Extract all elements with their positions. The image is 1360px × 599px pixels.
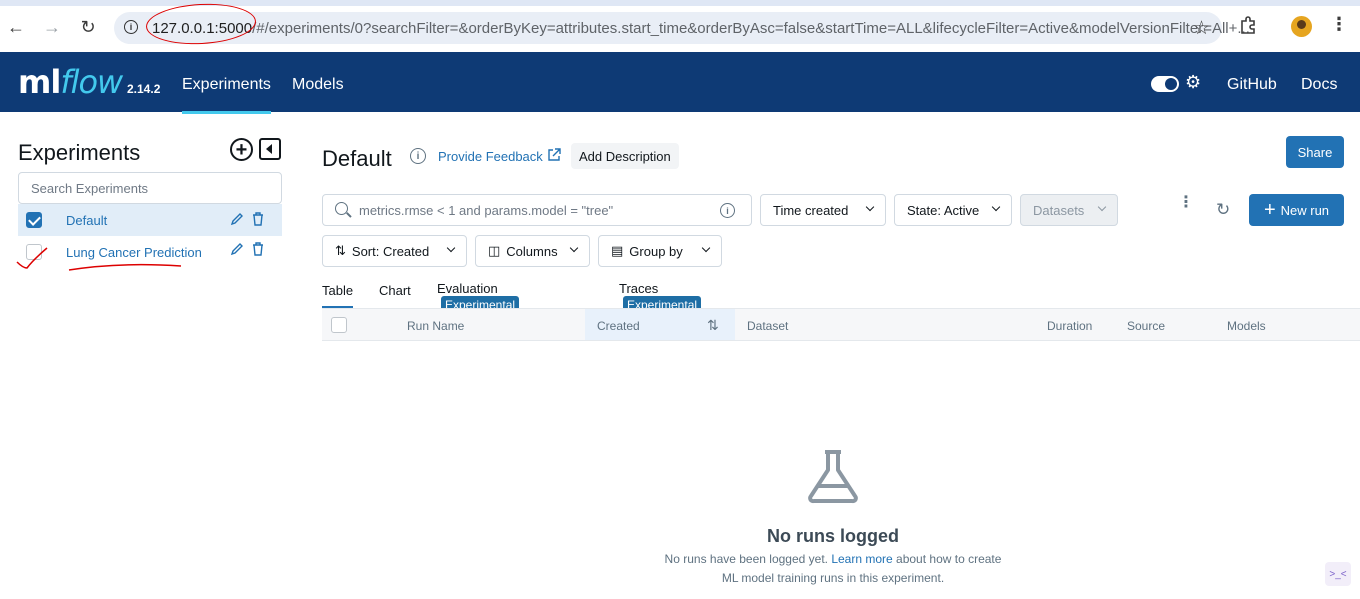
dropdown-label: Datasets: [1033, 202, 1085, 218]
columns-dropdown[interactable]: ◫ Columns: [475, 235, 590, 267]
chevron-down-icon: [1097, 202, 1107, 212]
experiment-item-default[interactable]: Default: [18, 204, 282, 236]
trash-icon[interactable]: [252, 212, 264, 226]
state-dropdown[interactable]: State: Active: [894, 194, 1012, 226]
column-header-models[interactable]: Models: [1227, 319, 1266, 333]
new-run-label: New run: [1280, 202, 1330, 218]
docs-link[interactable]: Docs: [1301, 76, 1337, 94]
info-icon[interactable]: i: [720, 203, 735, 218]
back-icon[interactable]: ←: [4, 15, 28, 39]
search-experiments-input[interactable]: Search Experiments: [18, 172, 282, 204]
extensions-icon[interactable]: [1238, 15, 1258, 35]
group-icon: ▤: [611, 243, 624, 258]
app-header: mlflow 2.14.2 Experiments Models ⚙ GitHu…: [0, 52, 1360, 114]
column-header-dataset[interactable]: Dataset: [747, 319, 788, 333]
flask-icon: [808, 450, 858, 504]
annotation-scribble: [16, 247, 182, 271]
search-placeholder: metrics.rmse < 1 and params.model = "tre…: [359, 203, 614, 218]
experiment-name[interactable]: Default: [66, 213, 107, 228]
info-icon[interactable]: i: [410, 148, 426, 164]
add-description-button[interactable]: Add Description: [571, 143, 679, 169]
url-text[interactable]: 127.0.0.1:5000/#/experiments/0?searchFil…: [152, 20, 1250, 37]
github-link[interactable]: GitHub: [1227, 76, 1277, 94]
empty-state-title: No runs logged: [767, 526, 899, 546]
url-path: /#/experiments/0?searchFilter=&orderByKe…: [252, 20, 1250, 37]
nav-models[interactable]: Models: [292, 76, 344, 94]
bookmark-star-icon[interactable]: ☆: [1193, 17, 1210, 40]
dropdown-label: Group by: [629, 243, 683, 259]
more-options-icon[interactable]: ⋮: [1178, 195, 1194, 211]
logo-flow: flow: [60, 63, 123, 101]
dropdown-label: State: Active: [907, 202, 980, 218]
dropdown-label: Sort: Created: [351, 243, 430, 259]
assistant-widget-icon[interactable]: >_<: [1325, 562, 1351, 586]
gear-icon[interactable]: ⚙: [1185, 72, 1201, 93]
dropdown-label: Columns: [506, 243, 558, 259]
time-created-dropdown[interactable]: Time created: [760, 194, 886, 226]
browser-toolbar: ← → ↻ i 127.0.0.1:5000/#/experiments/0?s…: [0, 0, 1360, 52]
collapse-sidebar-icon[interactable]: [259, 138, 281, 160]
reload-icon[interactable]: ↻: [76, 15, 100, 39]
columns-icon: ◫: [488, 243, 501, 258]
column-header-duration[interactable]: Duration: [1047, 319, 1092, 333]
forward-icon[interactable]: →: [40, 15, 64, 39]
chevron-down-icon: [701, 243, 711, 253]
profile-avatar[interactable]: [1291, 16, 1312, 37]
learn-more-link[interactable]: Learn more: [831, 552, 892, 566]
chevron-down-icon: [991, 202, 1001, 212]
tab-table[interactable]: Table: [322, 283, 354, 308]
sort-icon: ⇅: [335, 243, 346, 258]
plus-icon: +: [1263, 199, 1276, 221]
tab-label: Traces: [619, 281, 659, 296]
empty-state-description: No runs have been logged yet. Learn more…: [660, 550, 1006, 588]
address-bar[interactable]: i 127.0.0.1:5000/#/experiments/0?searchF…: [114, 12, 1250, 44]
edit-icon[interactable]: [230, 212, 244, 226]
trash-icon[interactable]: [252, 242, 264, 256]
chevron-down-icon: [446, 243, 456, 253]
select-all-checkbox[interactable]: [331, 317, 347, 333]
dark-mode-toggle[interactable]: [1151, 76, 1179, 92]
tab-label: Evaluation: [437, 281, 498, 296]
chrome-menu-icon[interactable]: ⋮: [1330, 14, 1348, 35]
sidebar-title: Experiments: [18, 140, 141, 165]
tab-chart[interactable]: Chart: [379, 283, 411, 298]
experiment-checkbox[interactable]: [26, 212, 42, 228]
chevron-down-icon: [569, 243, 579, 253]
external-link-icon[interactable]: [547, 148, 561, 162]
column-header-run-name[interactable]: Run Name: [407, 319, 464, 333]
create-experiment-icon[interactable]: +: [230, 138, 253, 161]
sort-desc-icon[interactable]: ⇅: [707, 317, 719, 334]
chevron-down-icon: [865, 202, 875, 212]
runs-table-header: Run Name Created ⇅ Dataset Duration Sour…: [322, 308, 1360, 341]
column-header-source[interactable]: Source: [1127, 319, 1165, 333]
site-info-icon[interactable]: i: [124, 20, 138, 34]
sort-dropdown[interactable]: ⇅ Sort: Created: [322, 235, 467, 267]
search-runs-input[interactable]: metrics.rmse < 1 and params.model = "tre…: [322, 194, 752, 226]
page-title: Default: [322, 146, 392, 171]
provide-feedback-link[interactable]: Provide Feedback: [438, 149, 543, 164]
dropdown-label: Time created: [773, 202, 849, 218]
edit-icon[interactable]: [230, 242, 244, 256]
empty-desc-before: No runs have been logged yet.: [664, 552, 832, 566]
logo-ml: ml: [18, 63, 61, 101]
group-by-dropdown[interactable]: ▤ Group by: [598, 235, 722, 267]
version-label: 2.14.2: [127, 82, 161, 96]
mlflow-logo[interactable]: mlflow: [18, 63, 123, 101]
nav-experiments[interactable]: Experiments: [182, 76, 271, 114]
share-button[interactable]: Share: [1286, 136, 1344, 168]
column-header-created[interactable]: Created: [597, 319, 640, 333]
datasets-dropdown[interactable]: Datasets: [1020, 194, 1118, 226]
search-icon: [335, 202, 348, 215]
refresh-icon[interactable]: ↻: [1216, 200, 1230, 220]
new-run-button[interactable]: + New run: [1249, 194, 1344, 226]
